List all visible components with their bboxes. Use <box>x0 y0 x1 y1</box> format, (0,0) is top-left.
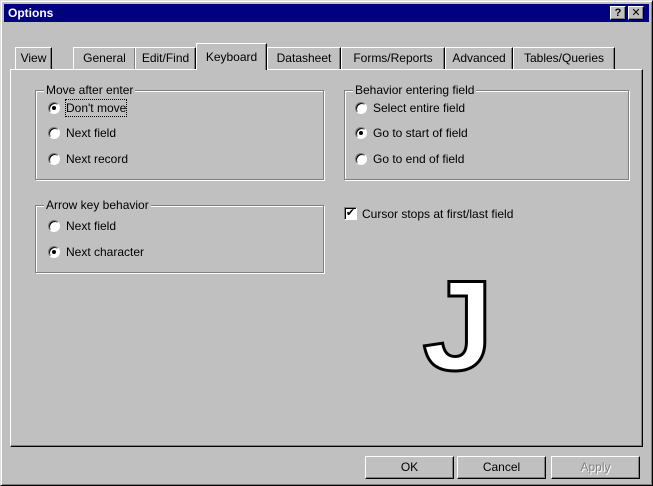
tab-advanced[interactable]: Advanced <box>445 47 513 69</box>
go-to-end-label: Go to end of field <box>373 152 465 166</box>
cursor-stops-label: Cursor stops at first/last field <box>362 207 514 221</box>
radio-button[interactable] <box>355 102 367 114</box>
arrow-key-behavior-title: Arrow key behavior <box>44 198 151 212</box>
move-after-enter-group: Move after enter Don't move Next field N… <box>35 83 324 180</box>
behavior-entering-field-group: Behavior entering field Select entire fi… <box>344 83 629 180</box>
close-button[interactable]: ✕ <box>628 6 644 20</box>
letter-j-overlay: J <box>421 270 495 385</box>
behavior-entering-field-title: Behavior entering field <box>353 83 477 97</box>
checkbox-checked[interactable]: ✔ <box>344 207 357 220</box>
radio-button[interactable] <box>48 153 60 165</box>
go-to-start-label: Go to start of field <box>373 126 468 140</box>
next-field-label: Next field <box>66 126 117 140</box>
tab-forms-reports[interactable]: Forms/Reports <box>341 47 445 69</box>
cancel-button[interactable]: Cancel <box>457 456 546 479</box>
title-bar[interactable]: Options ? ✕ <box>4 4 649 22</box>
tab-datasheet[interactable]: Datasheet <box>267 47 341 69</box>
help-button[interactable]: ? <box>610 6 626 20</box>
radio-button-checked[interactable] <box>355 127 367 139</box>
ok-button[interactable]: OK <box>365 456 454 479</box>
keyboard-tab-panel: Move after enter Don't move Next field N… <box>10 69 643 447</box>
radio-button[interactable] <box>48 127 60 139</box>
radio-button[interactable] <box>48 220 60 232</box>
window-title: Options <box>8 6 54 20</box>
tab-edit-find[interactable]: Edit/Find <box>135 47 196 69</box>
next-character-label: Next character <box>66 245 145 259</box>
move-after-enter-title: Move after enter <box>44 83 136 97</box>
dont-move-label: Don't move <box>64 99 128 117</box>
tab-general[interactable]: General <box>73 47 136 69</box>
tab-tables-queries[interactable]: Tables/Queries <box>513 47 615 69</box>
letter-j-glyph: J <box>422 270 493 385</box>
tab-view[interactable]: View <box>15 47 52 69</box>
radio-button-checked[interactable] <box>48 102 60 114</box>
arrow-key-behavior-group: Arrow key behavior Next field Next chara… <box>35 198 324 273</box>
next-record-label: Next record <box>66 152 129 166</box>
radio-button[interactable] <box>355 153 367 165</box>
tab-keyboard[interactable]: Keyboard <box>196 43 267 70</box>
arrow-next-field-label: Next field <box>66 219 117 233</box>
select-entire-field-label: Select entire field <box>373 101 466 115</box>
apply-button[interactable]: Apply <box>551 456 640 479</box>
radio-button-checked[interactable] <box>48 246 60 258</box>
